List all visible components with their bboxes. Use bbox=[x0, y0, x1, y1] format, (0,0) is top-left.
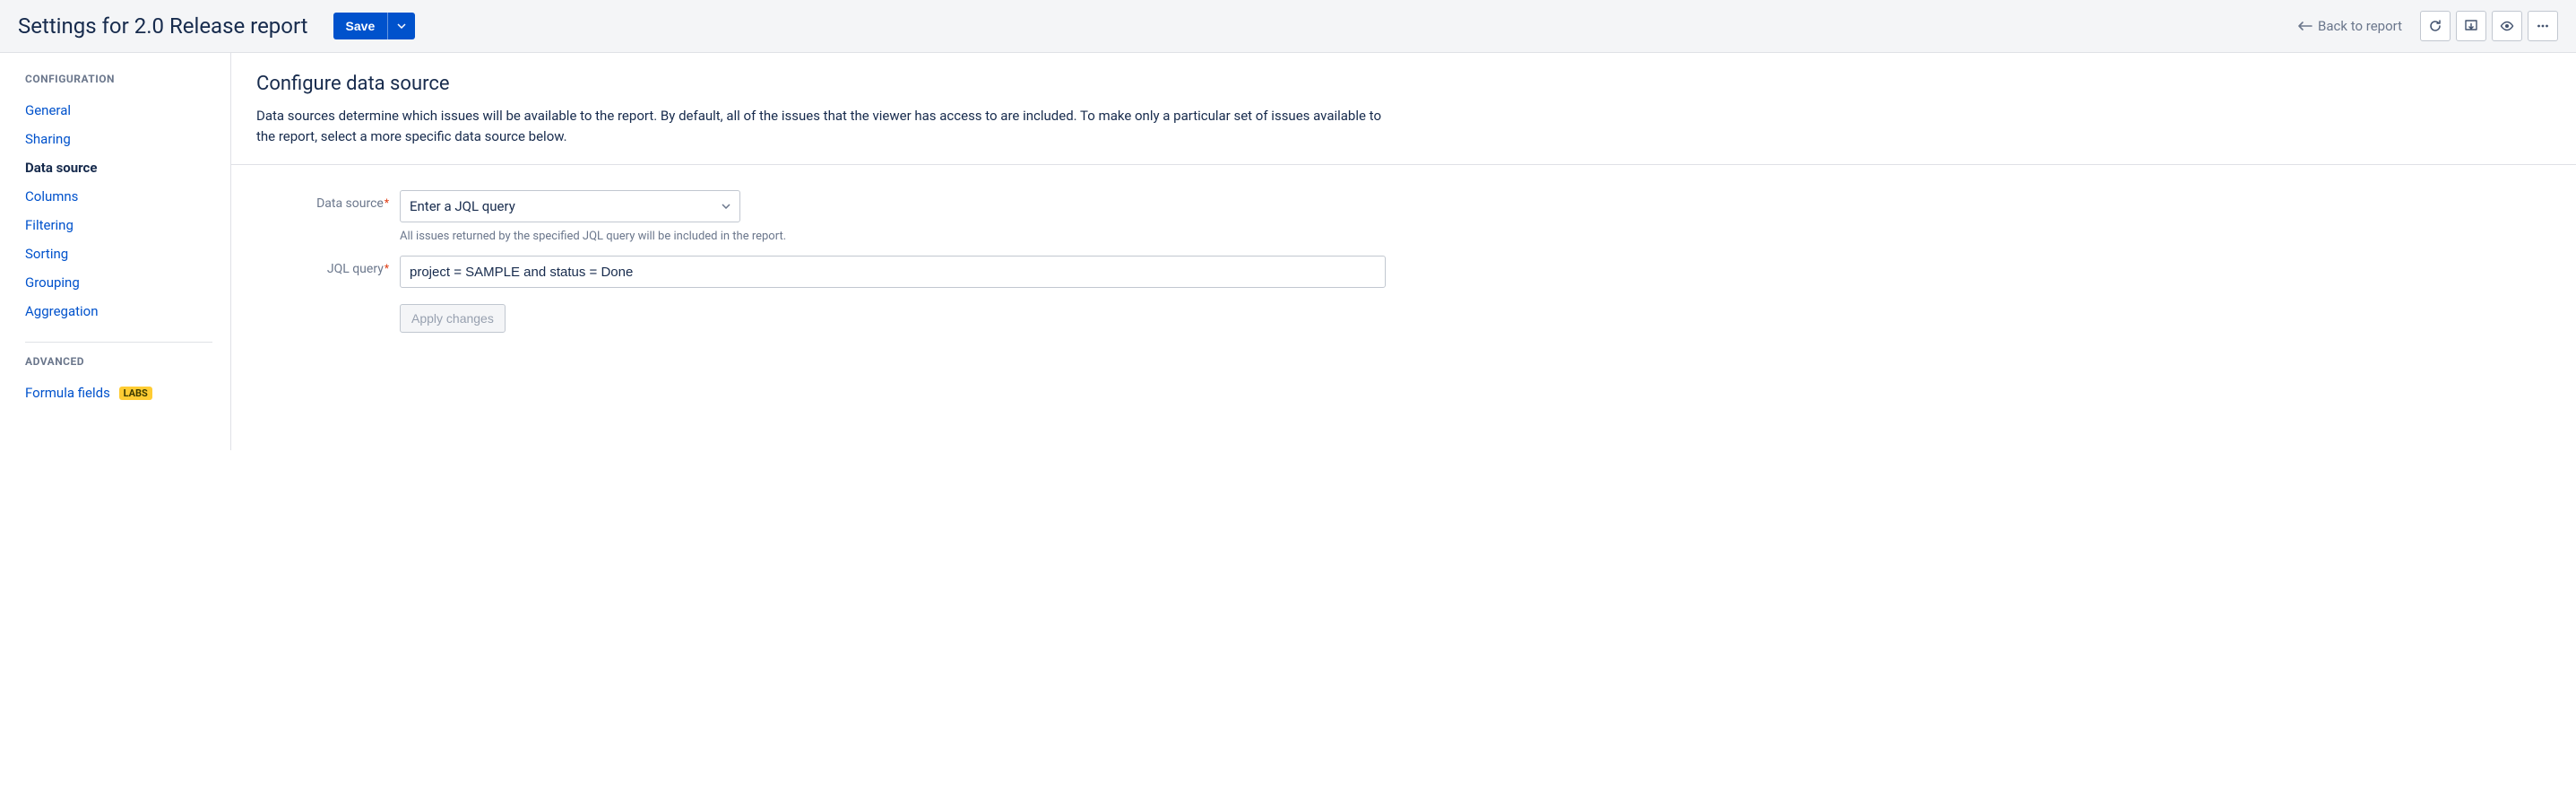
jql-query-field bbox=[400, 256, 2551, 288]
more-actions-button[interactable] bbox=[2528, 11, 2558, 41]
chevron-down-icon bbox=[397, 23, 406, 29]
data-source-field: Enter a JQL query All issues returned by… bbox=[400, 190, 2551, 243]
sidebar-item-formula-fields[interactable]: Formula fields LABS bbox=[25, 378, 230, 407]
page-body: CONFIGURATION General Sharing Data sourc… bbox=[0, 53, 2576, 450]
back-to-report-label: Back to report bbox=[2318, 18, 2402, 34]
sidebar-group-configuration: CONFIGURATION bbox=[25, 73, 230, 85]
sidebar-advanced-list: Formula fields LABS bbox=[25, 378, 230, 407]
data-source-help-text: All issues returned by the specified JQL… bbox=[400, 230, 2551, 243]
export-icon bbox=[2464, 19, 2478, 33]
save-dropdown-button[interactable] bbox=[387, 13, 415, 39]
apply-field: Apply changes bbox=[400, 300, 2551, 333]
back-to-report-link[interactable]: Back to report bbox=[2296, 18, 2402, 34]
sidebar-config-list: General Sharing Data source Columns Filt… bbox=[25, 96, 230, 326]
jql-query-label-text: JQL query bbox=[327, 262, 384, 276]
sidebar-item-sorting[interactable]: Sorting bbox=[25, 239, 230, 268]
data-source-select-value: Enter a JQL query bbox=[410, 198, 515, 214]
page-header: Settings for 2.0 Release report Save Bac… bbox=[0, 0, 2576, 53]
data-source-label: Data source* bbox=[256, 190, 400, 211]
export-button[interactable] bbox=[2456, 11, 2486, 41]
back-arrow-icon bbox=[2296, 21, 2312, 31]
sidebar-item-filtering[interactable]: Filtering bbox=[25, 211, 230, 239]
main-description: Data sources determine which issues will… bbox=[256, 106, 1386, 146]
jql-query-row: JQL query* bbox=[256, 256, 2551, 288]
sidebar: CONFIGURATION General Sharing Data sourc… bbox=[0, 53, 231, 450]
sidebar-item-label: Formula fields bbox=[25, 385, 110, 401]
more-icon bbox=[2536, 19, 2550, 33]
sidebar-item-columns[interactable]: Columns bbox=[25, 182, 230, 211]
save-button-group: Save bbox=[333, 13, 416, 39]
sidebar-group-advanced: ADVANCED bbox=[25, 355, 230, 368]
labs-badge: LABS bbox=[119, 387, 152, 400]
refresh-button[interactable] bbox=[2420, 11, 2451, 41]
data-source-row: Data source* Enter a JQL query All issue… bbox=[256, 190, 2551, 243]
form-separator bbox=[231, 164, 2576, 165]
jql-query-label: JQL query* bbox=[256, 256, 400, 276]
apply-row: Apply changes bbox=[256, 300, 2551, 333]
chevron-down-icon bbox=[722, 204, 730, 209]
apply-changes-button[interactable]: Apply changes bbox=[400, 304, 506, 333]
main-content: Configure data source Data sources deter… bbox=[231, 53, 2576, 450]
visibility-button[interactable] bbox=[2492, 11, 2522, 41]
page-title: Settings for 2.0 Release report bbox=[18, 13, 308, 39]
required-star: * bbox=[385, 196, 389, 209]
data-source-label-text: Data source bbox=[316, 196, 384, 211]
save-button[interactable]: Save bbox=[333, 13, 388, 39]
sidebar-item-sharing[interactable]: Sharing bbox=[25, 125, 230, 153]
eye-icon bbox=[2500, 19, 2514, 33]
data-source-select[interactable]: Enter a JQL query bbox=[400, 190, 740, 222]
sidebar-item-general[interactable]: General bbox=[25, 96, 230, 125]
apply-label-spacer bbox=[256, 300, 400, 307]
sidebar-divider bbox=[25, 342, 212, 343]
main-title: Configure data source bbox=[256, 73, 2551, 95]
sidebar-item-aggregation[interactable]: Aggregation bbox=[25, 297, 230, 326]
refresh-icon bbox=[2428, 19, 2442, 33]
required-star: * bbox=[385, 262, 389, 274]
jql-query-input[interactable] bbox=[400, 256, 1386, 288]
sidebar-item-data-source[interactable]: Data source bbox=[25, 153, 230, 182]
sidebar-item-grouping[interactable]: Grouping bbox=[25, 268, 230, 297]
